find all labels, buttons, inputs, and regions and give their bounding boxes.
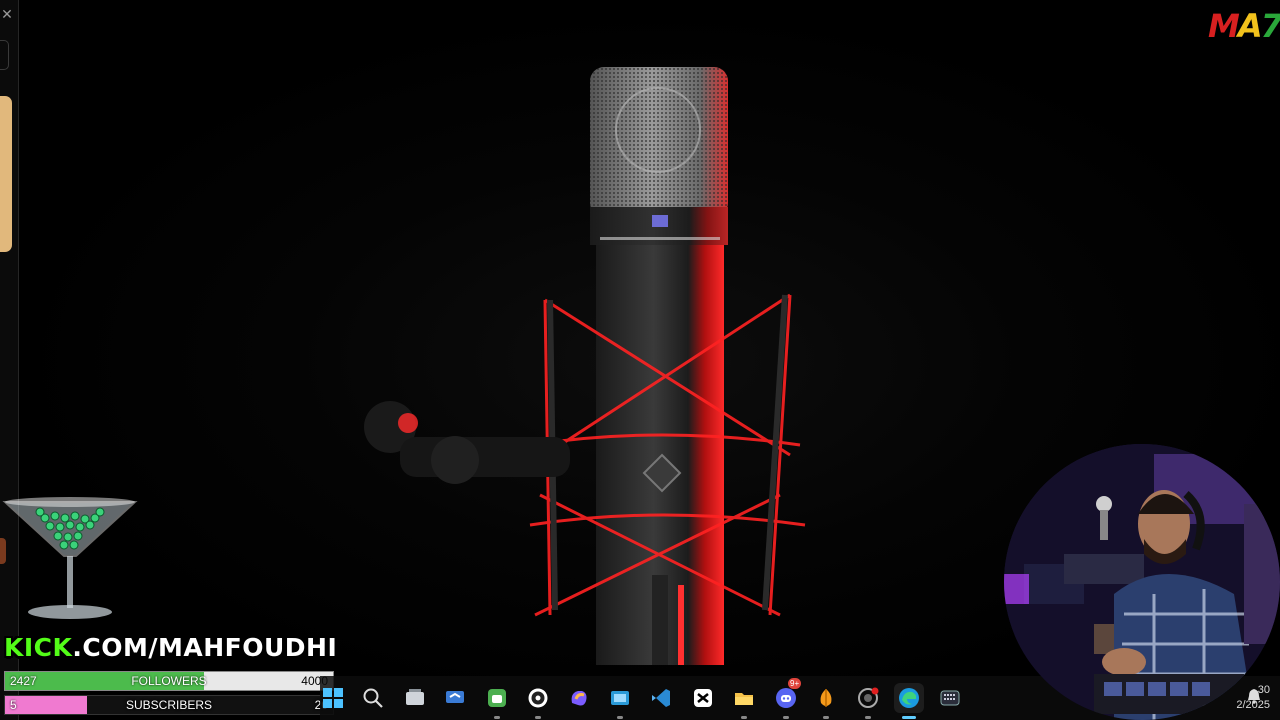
logo-letter-a: A <box>1237 7 1263 45</box>
task-view-icon[interactable] <box>400 683 430 713</box>
side-panel-tab[interactable] <box>0 96 12 252</box>
followers-label: FOLLOWERS <box>131 674 207 688</box>
microphone-image <box>364 67 806 665</box>
subscribers-label: SUBSCRIBERS <box>125 698 213 712</box>
vscode-icon[interactable] <box>646 683 676 713</box>
capcut-icon[interactable] <box>688 683 718 713</box>
logo-digit-7: 7 <box>1260 7 1280 45</box>
copilot-icon[interactable] <box>564 683 594 713</box>
side-panel-toggle[interactable] <box>0 40 9 70</box>
subscribers-goal-bar: 5 SUBSCRIBERS 20 <box>4 695 334 715</box>
running-indicator <box>865 716 871 719</box>
running-indicator <box>617 716 623 719</box>
webcam-feed <box>1004 444 1280 720</box>
obs-recorder-icon[interactable] <box>853 683 883 719</box>
remote-desktop-icon[interactable] <box>440 683 470 713</box>
android-app-icon[interactable] <box>482 683 512 719</box>
cocktail-glass-widget <box>2 497 138 619</box>
search-icon[interactable] <box>358 683 388 713</box>
edge-icon[interactable] <box>894 683 924 719</box>
screen-capture-icon[interactable] <box>605 683 635 719</box>
close-icon[interactable]: ✕ <box>0 5 14 23</box>
fl-studio-icon[interactable] <box>811 683 841 719</box>
logo-letter-m: M <box>1208 7 1240 45</box>
channel-logo: MA7 <box>1208 6 1280 46</box>
file-explorer-icon[interactable] <box>729 683 759 719</box>
discord-icon[interactable]: 9+ <box>771 678 802 719</box>
followers-goal-bar: 2427 FOLLOWERS 4000 <box>4 671 334 691</box>
running-indicator <box>535 716 541 719</box>
kick-channel-url: KICK.COM/MAHFOUDHI <box>4 633 337 663</box>
kick-brand: KICK <box>4 633 73 662</box>
active-indicator <box>902 716 916 719</box>
obs-icon[interactable] <box>523 683 553 719</box>
running-indicator <box>823 716 829 719</box>
running-indicator <box>741 716 747 719</box>
webcam-overlay <box>1004 444 1280 720</box>
running-indicator <box>783 716 789 719</box>
start-icon[interactable] <box>318 683 348 713</box>
running-indicator <box>494 716 500 719</box>
kick-url-rest: .COM/MAHFOUDHI <box>72 633 338 662</box>
notification-bell-icon[interactable] <box>1246 688 1262 704</box>
keyboard-icon[interactable] <box>935 683 965 713</box>
discord-unread-badge: 9+ <box>788 678 802 689</box>
